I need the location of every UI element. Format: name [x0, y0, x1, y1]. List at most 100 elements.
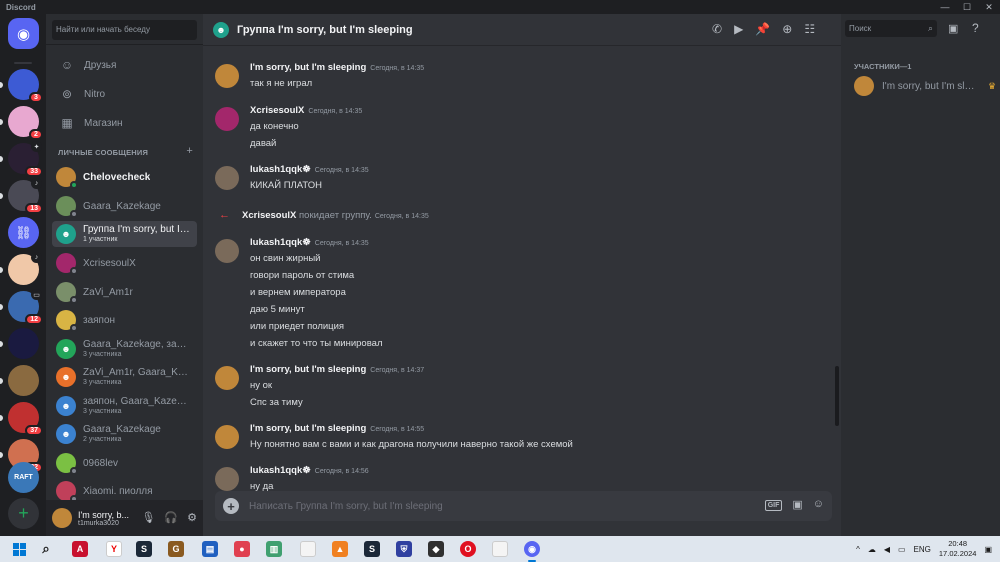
chat-scrollbar[interactable]: [835, 366, 839, 426]
video-icon[interactable]: ▶: [734, 22, 743, 36]
dm-item-active[interactable]: ☻ Группа I'm sorry, but I'm sleeping1 уча…: [52, 221, 197, 247]
notification-icon[interactable]: ▣: [984, 545, 992, 554]
server-icon-1[interactable]: 3: [8, 69, 43, 103]
dm-item[interactable]: ☻ Gaara_Kazekage, заяпон 3 участника: [52, 336, 197, 362]
minimize-button[interactable]: —: [934, 2, 956, 13]
dm-sidebar: Найти или начать беседу ☺ Друзья ⊚ Nitro ▦…: [46, 14, 203, 536]
app-acrobat-icon[interactable]: A: [72, 541, 88, 557]
server-icon-6[interactable]: ♪: [8, 252, 42, 285]
avatar: [56, 196, 78, 218]
add-server-button[interactable]: +: [8, 498, 39, 529]
server-icon-4[interactable]: ♪ 13: [8, 178, 43, 214]
dm-item[interactable]: ☻ заяпон, Gaara_Kazekage 3 участника: [52, 393, 197, 419]
message-input[interactable]: Написать Группа I'm sorry, but I'm sleep…: [249, 501, 443, 512]
call-icon[interactable]: ✆: [712, 22, 722, 36]
sticker-icon[interactable]: ▣: [792, 498, 802, 511]
server-icon-9[interactable]: [8, 365, 39, 396]
nitro-icon: ⊚: [61, 87, 73, 101]
settings-gear-icon[interactable]: ⚙: [187, 511, 197, 524]
app-yandex-icon[interactable]: Y: [106, 541, 122, 557]
avatar[interactable]: [215, 107, 239, 131]
app-game-icon[interactable]: G: [168, 541, 184, 557]
maximize-button[interactable]: ☐: [956, 2, 978, 13]
microphone-icon[interactable]: 🎙: [141, 511, 155, 524]
server-icon-10[interactable]: 37: [8, 402, 43, 436]
emoji-icon[interactable]: ☺: [813, 498, 824, 511]
app-vlc-icon[interactable]: ▲: [332, 541, 348, 557]
dm-subtext: 3 участника: [83, 351, 122, 358]
network-icon[interactable]: ☁: [868, 545, 876, 554]
app-steam2-icon[interactable]: S: [364, 541, 380, 557]
unread-pill: [0, 119, 3, 125]
home-button[interactable]: ◉: [8, 18, 39, 49]
dm-item[interactable]: 0968lev: [52, 450, 197, 476]
avatar[interactable]: [215, 64, 239, 88]
server-icon-7[interactable]: ▭ 12: [8, 289, 43, 325]
gif-button[interactable]: GIF: [764, 500, 783, 511]
dm-item[interactable]: заяпон: [52, 307, 197, 333]
close-button[interactable]: ✕: [978, 2, 1000, 13]
avatar: [56, 282, 78, 304]
nav-nitro[interactable]: ⊚ Nitro: [52, 81, 197, 107]
system-author[interactable]: XcrisesoulX: [242, 210, 296, 221]
avatar[interactable]: [215, 467, 239, 491]
member-item[interactable]: I'm sorry, but I'm sleeping ♛: [854, 76, 996, 96]
clock[interactable]: 20:48 17.02.2024: [939, 539, 977, 559]
server-icon-8[interactable]: [8, 328, 39, 359]
add-friend-icon[interactable]: ⊕: [782, 22, 792, 36]
unread-pill: [0, 452, 3, 458]
clock-date: 17.02.2024: [938, 549, 977, 558]
app-save-icon[interactable]: ▤: [202, 541, 218, 557]
message-author[interactable]: XcrisesoulX: [250, 105, 304, 116]
members-icon[interactable]: ☷: [804, 22, 815, 36]
chat-search-input[interactable]: Поиск ⌕: [845, 20, 937, 37]
server-icon-raft[interactable]: RAFT: [8, 462, 39, 493]
app-steam-icon[interactable]: S: [136, 541, 152, 557]
app-shield-icon[interactable]: ⛨: [396, 541, 412, 557]
language-indicator[interactable]: ENG: [914, 545, 931, 554]
chat-area: ☻ Группа I'm sorry, but I'm sleeping I'm…: [203, 14, 841, 536]
dm-item[interactable]: Chelovecheck: [52, 164, 197, 190]
dm-item[interactable]: Gaara_Kazekage: [52, 193, 197, 219]
speaker-icon[interactable]: ◀: [884, 545, 890, 554]
dm-item[interactable]: XcrisesoulX: [52, 250, 197, 276]
app-folder-icon[interactable]: ▥: [266, 541, 282, 557]
server-icon-3[interactable]: ✦ 33: [8, 141, 43, 177]
app-opera-icon[interactable]: O: [460, 541, 476, 557]
battery-icon[interactable]: ▭: [898, 545, 906, 554]
avatar[interactable]: [215, 425, 239, 449]
message-author[interactable]: I'm sorry, but I'm sleeping: [250, 62, 366, 73]
app-red-icon[interactable]: ●: [234, 541, 250, 557]
server-icon-nitro[interactable]: 2: [8, 106, 43, 140]
dm-item[interactable]: ☻ ZaVi_Am1r, Gaara_Kazekage3 участника: [52, 364, 197, 390]
dm-item[interactable]: ☻ Gaara_Kazekage 2 участника: [52, 421, 197, 447]
pin-icon[interactable]: 📌: [755, 22, 770, 36]
message-author[interactable]: I'm sorry, but I'm sleeping: [250, 423, 366, 434]
inbox-icon[interactable]: ▣: [948, 22, 958, 35]
create-dm-button[interactable]: +: [186, 145, 193, 157]
search-icon[interactable]: ⌕: [38, 541, 54, 557]
attach-plus-icon[interactable]: +: [223, 498, 239, 514]
avatar[interactable]: [215, 366, 239, 390]
avatar[interactable]: [215, 239, 239, 263]
user-avatar[interactable]: [52, 508, 72, 528]
headphones-icon[interactable]: 🎧: [164, 511, 178, 524]
avatar[interactable]: [215, 166, 239, 190]
tray-chevron-icon[interactable]: ^: [856, 545, 860, 554]
message-author[interactable]: I'm sorry, but I'm sleeping: [250, 364, 366, 375]
help-icon[interactable]: ?: [972, 21, 979, 35]
message-composer[interactable]: + Написать Группа I'm sorry, but I'm sle…: [215, 491, 832, 521]
message-author[interactable]: lukash1qqk☸: [250, 237, 311, 248]
dm-item[interactable]: ZaVi_Am1r: [52, 279, 197, 305]
server-icon-link[interactable]: ⛓: [8, 217, 39, 248]
nav-friends[interactable]: ☺ Друзья: [52, 52, 197, 78]
app-discord-icon[interactable]: ◉: [524, 541, 540, 562]
message-author[interactable]: lukash1qqk☸: [250, 465, 311, 476]
message-author[interactable]: lukash1qqk☸: [250, 164, 311, 175]
app-dark-icon[interactable]: ◆: [428, 541, 444, 557]
app-file-icon[interactable]: [300, 541, 316, 557]
nav-shop[interactable]: ▦ Магазин: [52, 110, 197, 136]
app-file2-icon[interactable]: [492, 541, 508, 557]
start-button[interactable]: [0, 536, 38, 562]
dm-search-input[interactable]: Найти или начать беседу: [52, 20, 197, 40]
